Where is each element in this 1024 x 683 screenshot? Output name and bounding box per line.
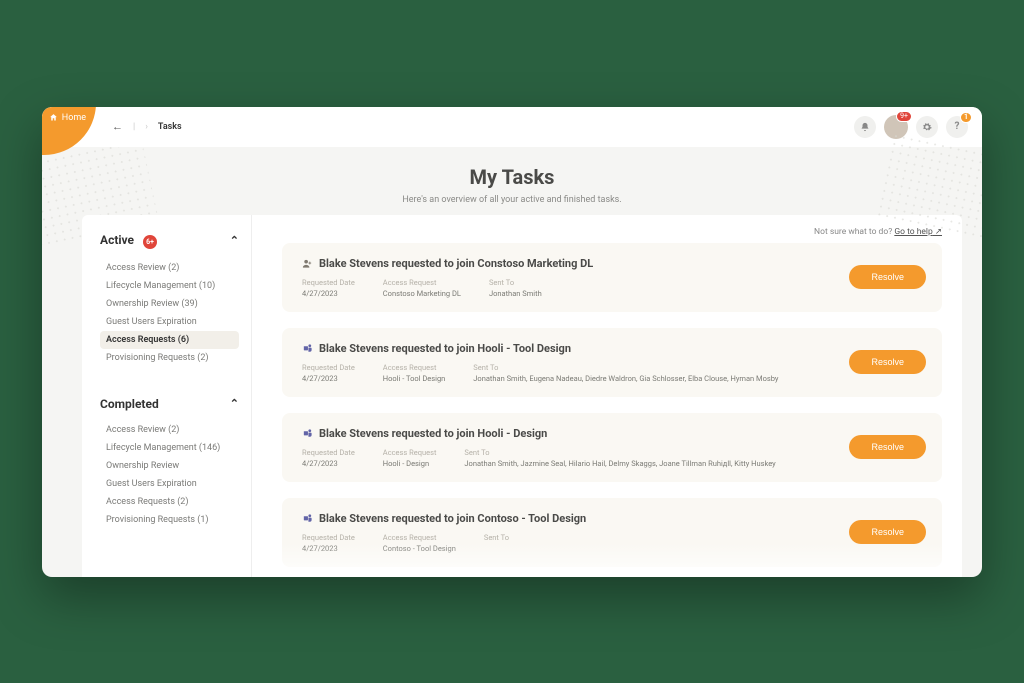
- home-icon: [49, 113, 58, 122]
- meta-label: Sent To: [484, 533, 834, 542]
- teams-icon: [302, 513, 313, 524]
- sidebar-item[interactable]: Provisioning Requests (2): [100, 349, 239, 367]
- sidebar-item[interactable]: Access Requests (6): [100, 331, 239, 349]
- user-avatar[interactable]: 9+: [884, 115, 908, 139]
- task-request: Contoso - Tool Design: [383, 544, 456, 553]
- content-panel: Active 6+ ⌃ Access Review (2)Lifecycle M…: [82, 215, 962, 577]
- task-sent-to: Jonathan Smith: [489, 289, 834, 298]
- app-window: Home ← | › Tasks 9+ ? 1 My Tasks Here': [42, 107, 982, 577]
- avatar-badge: 9+: [896, 111, 912, 122]
- sidebar-item[interactable]: Lifecycle Management (146): [100, 439, 239, 457]
- person-add-icon: [302, 258, 313, 269]
- sidebar-item[interactable]: Ownership Review: [100, 457, 239, 475]
- help-hint: Not sure what to do? Go to help ↗: [282, 227, 942, 237]
- back-button[interactable]: ←: [112, 120, 123, 133]
- meta-label: Access Request: [383, 363, 446, 372]
- meta-label: Requested Date: [302, 363, 355, 372]
- task-request: Hooli - Design: [383, 459, 437, 468]
- task-sent-to: Jonathan Smith, Jazmine Seal, Hilario Ha…: [464, 459, 833, 468]
- sidebar-section-active: Active 6+ ⌃ Access Review (2)Lifecycle M…: [100, 233, 239, 367]
- meta-label: Requested Date: [302, 448, 355, 457]
- main-panel: Not sure what to do? Go to help ↗ Blake …: [252, 215, 962, 577]
- task-list: Blake Stevens requested to join Constoso…: [282, 243, 942, 567]
- breadcrumb-current: Tasks: [158, 122, 182, 132]
- resolve-button[interactable]: Resolve: [849, 265, 926, 289]
- breadcrumb: ← | › Tasks: [112, 120, 182, 133]
- breadcrumb-separator: |: [133, 122, 135, 132]
- meta-label: Access Request: [383, 448, 437, 457]
- task-title-text: Blake Stevens requested to join Constoso…: [319, 257, 593, 270]
- bell-icon: [860, 122, 870, 132]
- teams-icon: [302, 343, 313, 354]
- help-badge: 1: [960, 112, 972, 123]
- sidebar-active-header[interactable]: Active 6+ ⌃: [100, 233, 239, 249]
- resolve-button[interactable]: Resolve: [849, 520, 926, 544]
- meta-label: Requested Date: [302, 533, 355, 542]
- task-date: 4/27/2023: [302, 289, 355, 298]
- notifications-button[interactable]: [854, 116, 876, 138]
- task-request: Hooli - Tool Design: [383, 374, 446, 383]
- breadcrumb-separator: ›: [145, 122, 148, 132]
- page-subtitle: Here's an overview of all your active an…: [42, 195, 982, 205]
- task-date: 4/27/2023: [302, 374, 355, 383]
- home-label: Home: [62, 113, 86, 123]
- help-button[interactable]: ? 1: [946, 116, 968, 138]
- task-card: Blake Stevens requested to join Contoso …: [282, 498, 942, 567]
- sidebar-item[interactable]: Ownership Review (39): [100, 295, 239, 313]
- gear-icon: [922, 122, 932, 132]
- teams-icon: [302, 428, 313, 439]
- task-date: 4/27/2023: [302, 544, 355, 553]
- task-card: Blake Stevens requested to join Hooli - …: [282, 328, 942, 397]
- task-title-text: Blake Stevens requested to join Contoso …: [319, 512, 586, 525]
- sidebar-active-list: Access Review (2)Lifecycle Management (1…: [100, 259, 239, 367]
- sidebar-completed-title: Completed: [100, 397, 159, 411]
- sidebar-item[interactable]: Provisioning Requests (1): [100, 511, 239, 529]
- task-sent-to: Jonathan Smith, Eugena Nadeau, Diedre Wa…: [473, 374, 833, 383]
- sidebar-completed-list: Access Review (2)Lifecycle Management (1…: [100, 421, 239, 529]
- resolve-button[interactable]: Resolve: [849, 435, 926, 459]
- top-bar: Home ← | › Tasks 9+ ? 1: [42, 107, 982, 147]
- sidebar-active-badge: 6+: [143, 235, 157, 249]
- meta-label: Access Request: [383, 278, 461, 287]
- sidebar-active-title: Active: [100, 233, 134, 247]
- sidebar-item[interactable]: Access Review (2): [100, 421, 239, 439]
- task-card: Blake Stevens requested to join Hooli - …: [282, 413, 942, 482]
- task-card: Blake Stevens requested to join Constoso…: [282, 243, 942, 312]
- task-title-text: Blake Stevens requested to join Hooli - …: [319, 427, 547, 440]
- help-hint-text: Not sure what to do?: [814, 227, 892, 237]
- chevron-up-icon: ⌃: [230, 234, 239, 247]
- sidebar-section-completed: Completed ⌃ Access Review (2)Lifecycle M…: [100, 397, 239, 529]
- meta-label: Requested Date: [302, 278, 355, 287]
- topbar-actions: 9+ ? 1: [854, 115, 968, 139]
- meta-label: Sent To: [489, 278, 834, 287]
- meta-label: Access Request: [383, 533, 456, 542]
- meta-label: Sent To: [473, 363, 833, 372]
- help-link[interactable]: Go to help ↗: [894, 227, 942, 237]
- sidebar-item[interactable]: Access Requests (2): [100, 493, 239, 511]
- chevron-up-icon: ⌃: [230, 397, 239, 410]
- sidebar-completed-header[interactable]: Completed ⌃: [100, 397, 239, 411]
- settings-button[interactable]: [916, 116, 938, 138]
- task-date: 4/27/2023: [302, 459, 355, 468]
- page-title: My Tasks: [42, 165, 982, 189]
- resolve-button[interactable]: Resolve: [849, 350, 926, 374]
- sidebar: Active 6+ ⌃ Access Review (2)Lifecycle M…: [82, 215, 252, 577]
- sidebar-item[interactable]: Guest Users Expiration: [100, 313, 239, 331]
- sidebar-item[interactable]: Lifecycle Management (10): [100, 277, 239, 295]
- sidebar-item[interactable]: Access Review (2): [100, 259, 239, 277]
- sidebar-item[interactable]: Guest Users Expiration: [100, 475, 239, 493]
- task-title-text: Blake Stevens requested to join Hooli - …: [319, 342, 571, 355]
- task-request: Constoso Marketing DL: [383, 289, 461, 298]
- page-header: My Tasks Here's an overview of all your …: [42, 147, 982, 215]
- meta-label: Sent To: [464, 448, 833, 457]
